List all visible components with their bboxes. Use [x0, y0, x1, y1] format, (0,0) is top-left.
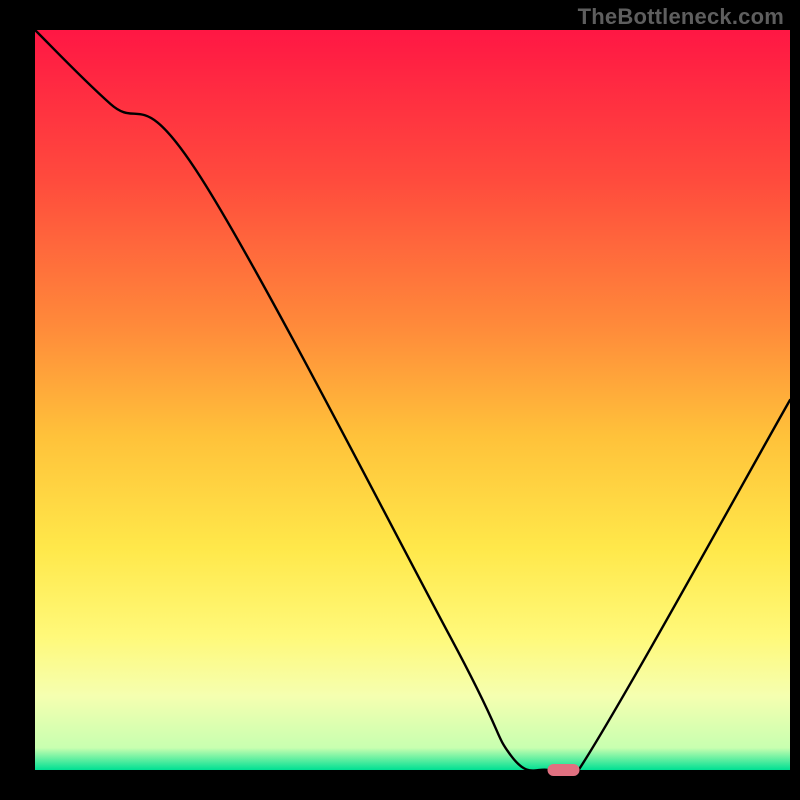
watermark-text: TheBottleneck.com: [578, 4, 784, 30]
chart-canvas: [0, 0, 800, 800]
optimal-marker: [548, 764, 580, 776]
chart-background: [35, 30, 790, 770]
